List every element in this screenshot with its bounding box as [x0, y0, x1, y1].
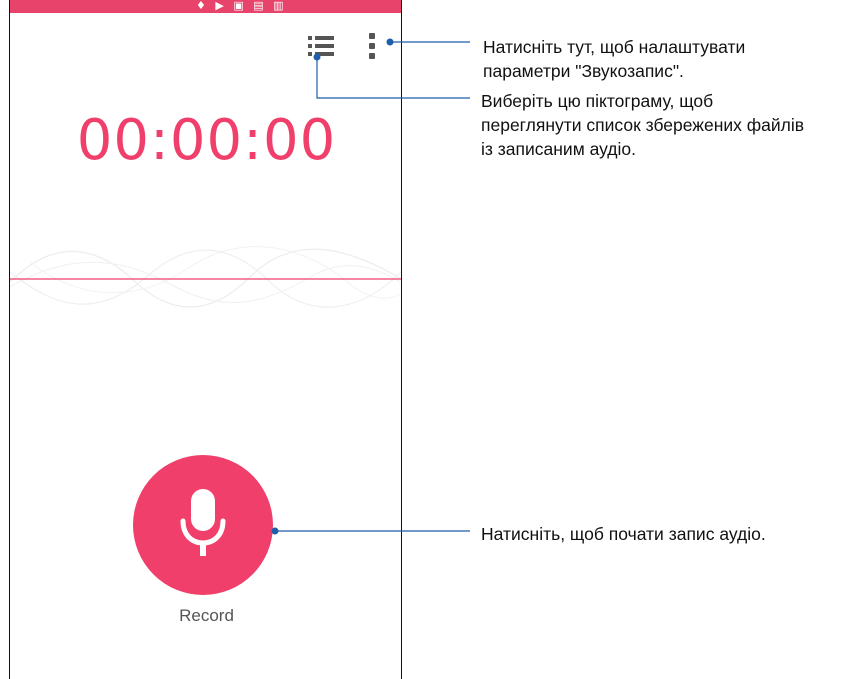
callout-file-list-line-1: Виберіть цю піктограму, щоб — [481, 91, 714, 111]
callout-settings-line-2: параметри "Звукозапис". — [483, 61, 684, 81]
callout-record-line-1: Натисніть, щоб почати запис аудіо. — [481, 524, 766, 544]
callout-settings: Натисніть тут, щоб налаштувати параметри… — [483, 35, 745, 83]
callout-file-list-line-3: із записаним аудіо. — [481, 139, 636, 159]
callout-settings-line-1: Натисніть тут, щоб налаштувати — [483, 37, 746, 57]
manual-figure: ♦ ▶ ▣ ▤ ▥ 00:00:00 Record Натисніть тут,… — [0, 0, 855, 679]
callout-record: Натисніть, щоб почати запис аудіо. — [481, 522, 766, 546]
callout-file-list: Виберіть цю піктограму, щоб переглянути … — [481, 89, 804, 161]
callout-file-list-line-2: переглянути список збережених файлів — [481, 115, 805, 135]
